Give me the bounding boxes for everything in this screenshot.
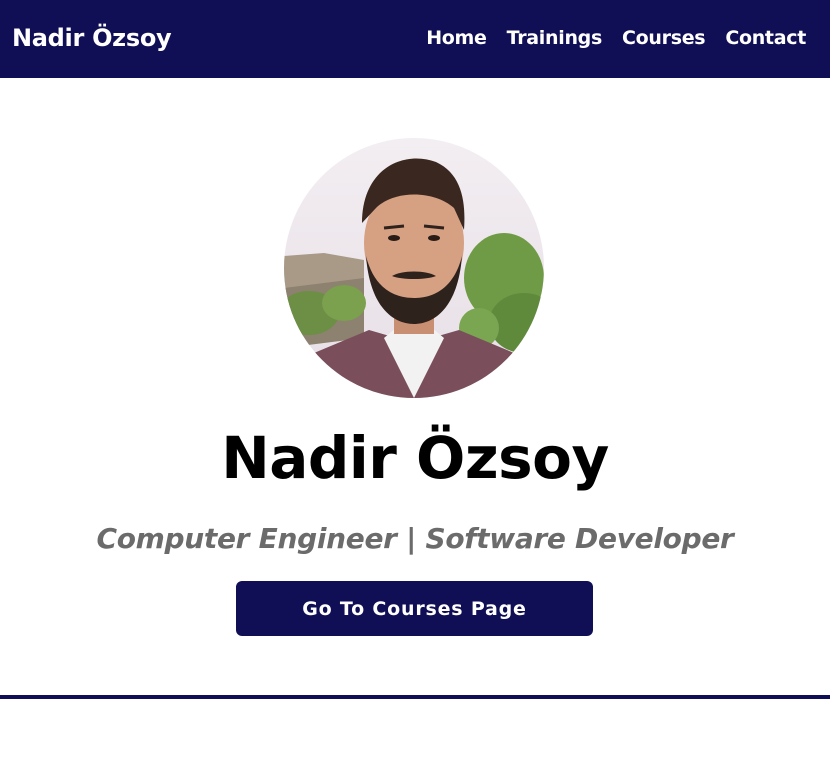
nav-link-trainings[interactable]: Trainings <box>507 27 603 49</box>
avatar <box>284 138 544 398</box>
navbar: Nadir Özsoy Home Trainings Courses Conta… <box>0 0 830 78</box>
profile-photo-icon <box>284 138 544 398</box>
nav-link-home[interactable]: Home <box>426 27 487 49</box>
section-divider <box>0 695 830 699</box>
nav-link-contact[interactable]: Contact <box>725 27 806 49</box>
nav-links: Home Trainings Courses Contact <box>426 27 806 49</box>
nav-link-courses[interactable]: Courses <box>622 27 706 49</box>
brand-logo[interactable]: Nadir Özsoy <box>12 24 172 52</box>
hero-name: Nadir Özsoy <box>221 424 609 492</box>
go-to-courses-button[interactable]: Go To Courses Page <box>236 581 593 636</box>
hero-subtitle: Computer Engineer | Software Developer <box>96 522 734 555</box>
